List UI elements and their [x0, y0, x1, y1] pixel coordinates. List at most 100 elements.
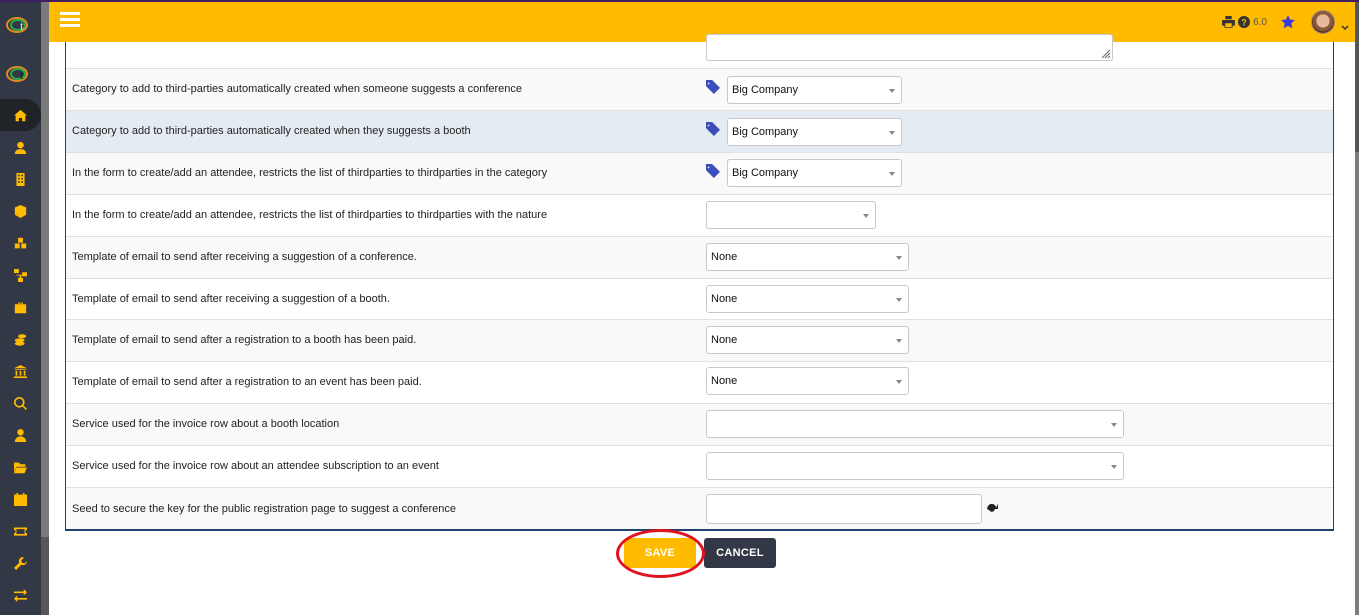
sidebar-item-home[interactable] — [0, 99, 41, 131]
resize-grip-icon[interactable] — [1099, 47, 1111, 59]
caret-down-icon — [889, 172, 895, 176]
setting-label: Service used for the invoice row about a… — [72, 418, 340, 430]
seed-input[interactable] — [706, 494, 982, 524]
cancel-button[interactable]: CANCEL — [704, 538, 776, 568]
sidebar-item-tickets[interactable] — [0, 515, 41, 547]
version-label: 6.0 — [1253, 16, 1267, 28]
table-row: Template of email to send after a regist… — [66, 320, 1333, 362]
email-template-select[interactable]: None — [706, 285, 909, 313]
setting-label: Category to add to third-parties automat… — [72, 83, 523, 95]
setting-label: Template of email to send after a regist… — [72, 376, 422, 388]
setting-label: Seed to secure the key for the public re… — [72, 503, 457, 515]
sidebar-item-projects[interactable] — [0, 227, 41, 259]
search-dollar-icon — [14, 396, 27, 410]
sidebar-item-agenda[interactable] — [0, 483, 41, 515]
coins-icon — [14, 333, 27, 346]
nature-select[interactable] — [706, 201, 876, 229]
setting-label: Template of email to send after receivin… — [72, 293, 390, 305]
star-icon[interactable] — [1281, 15, 1295, 29]
caret-down-icon — [1111, 423, 1117, 427]
table-row: Template of email to send after receivin… — [66, 279, 1333, 320]
caret-down-icon — [896, 298, 902, 302]
caret-down-icon — [896, 256, 902, 260]
sidebar-item-documents[interactable] — [0, 451, 41, 483]
caret-down-icon — [889, 131, 895, 135]
category-select[interactable]: Big Company — [727, 159, 902, 187]
left-scrollbar-thumb[interactable] — [41, 537, 49, 615]
category-select[interactable]: Big Company — [727, 118, 902, 146]
svg-text:?: ? — [1241, 17, 1247, 27]
sidebar-item-search[interactable] — [0, 387, 41, 419]
email-template-select[interactable]: None — [706, 326, 909, 354]
refresh-icon[interactable] — [986, 502, 998, 514]
table-row: In the form to create/add an attendee, r… — [66, 153, 1333, 195]
select-value: None — [711, 293, 738, 305]
table-row: Service used for the invoice row about a… — [66, 446, 1333, 488]
tag-icon — [706, 122, 720, 136]
left-scrollbar-track[interactable] — [41, 2, 49, 615]
email-template-select[interactable]: None — [706, 243, 909, 271]
wrench-icon — [14, 556, 27, 570]
sidebar-item-hrm[interactable] — [0, 291, 41, 323]
hamburger-menu-icon[interactable] — [60, 12, 80, 29]
category-select[interactable]: Big Company — [727, 76, 902, 104]
help-icon[interactable]: ? — [1238, 16, 1251, 28]
svg-text:t: t — [20, 18, 24, 33]
setting-label: Service used for the invoice row about a… — [72, 460, 439, 472]
home-icon — [14, 109, 27, 121]
caret-down-icon — [896, 339, 902, 343]
select-value: None — [711, 334, 738, 346]
user-icon — [14, 141, 27, 154]
page-scrollbar-thumb[interactable] — [1355, 0, 1359, 152]
table-row: Template of email to send after receivin… — [66, 237, 1333, 279]
email-template-select[interactable]: None — [706, 367, 909, 395]
chevron-down-icon[interactable] — [1341, 18, 1349, 31]
top-header: ? 6.0 — [49, 2, 1355, 42]
company-logo: t — [6, 66, 28, 82]
caret-down-icon — [863, 214, 869, 218]
user-avatar[interactable] — [1311, 10, 1335, 34]
ticket-icon — [14, 526, 27, 536]
table-row: Template of email to send after a regist… — [66, 362, 1333, 404]
table-row — [66, 34, 1333, 69]
caret-down-icon — [896, 380, 902, 384]
select-value: Big Company — [732, 126, 799, 138]
service-select[interactable] — [706, 452, 1124, 480]
select-value: None — [711, 251, 738, 263]
sitemap-icon — [14, 268, 27, 282]
print-icon[interactable] — [1222, 16, 1235, 28]
setting-label: Category to add to third-parties automat… — [72, 125, 471, 137]
table-row: Service used for the invoice row about a… — [66, 404, 1333, 446]
table-row: Category to add to third-parties automat… — [66, 69, 1333, 111]
exchange-icon — [14, 588, 27, 602]
setting-label: In the form to create/add an attendee, r… — [72, 209, 548, 221]
sidebar-item-users[interactable] — [0, 131, 41, 163]
setting-label: In the form to create/add an attendee, r… — [72, 167, 548, 179]
sidebar-item-companies[interactable] — [0, 163, 41, 195]
sidebar-item-products[interactable] — [0, 195, 41, 227]
service-select[interactable] — [706, 410, 1124, 438]
sidebar-item-transfers[interactable] — [0, 579, 41, 611]
tag-icon — [706, 80, 720, 94]
cubes-icon — [14, 237, 27, 248]
sidebar-item-tools[interactable] — [0, 547, 41, 579]
sidebar-item-billing[interactable] — [0, 323, 41, 355]
calendar-icon — [14, 492, 27, 506]
briefcase-icon — [14, 302, 27, 313]
setup-form-table: Category to add to third-parties automat… — [65, 34, 1334, 531]
setting-label: Template of email to send after a regist… — [72, 334, 417, 346]
bank-icon — [14, 364, 27, 378]
sidebar: t t — [0, 0, 41, 615]
table-row: Category to add to third-parties automat… — [66, 111, 1333, 153]
sidebar-item-network[interactable] — [0, 259, 41, 291]
table-row: Seed to secure the key for the public re… — [66, 488, 1333, 529]
caret-down-icon — [889, 89, 895, 93]
select-value: Big Company — [732, 84, 799, 96]
sidebar-item-bank[interactable] — [0, 355, 41, 387]
sidebar-item-members[interactable] — [0, 419, 41, 451]
app-logo[interactable]: t — [6, 16, 34, 34]
save-button[interactable]: SAVE — [624, 538, 696, 568]
svg-text:t: t — [20, 67, 24, 82]
user-tie-icon — [14, 428, 27, 442]
textarea-field[interactable] — [706, 34, 1113, 61]
